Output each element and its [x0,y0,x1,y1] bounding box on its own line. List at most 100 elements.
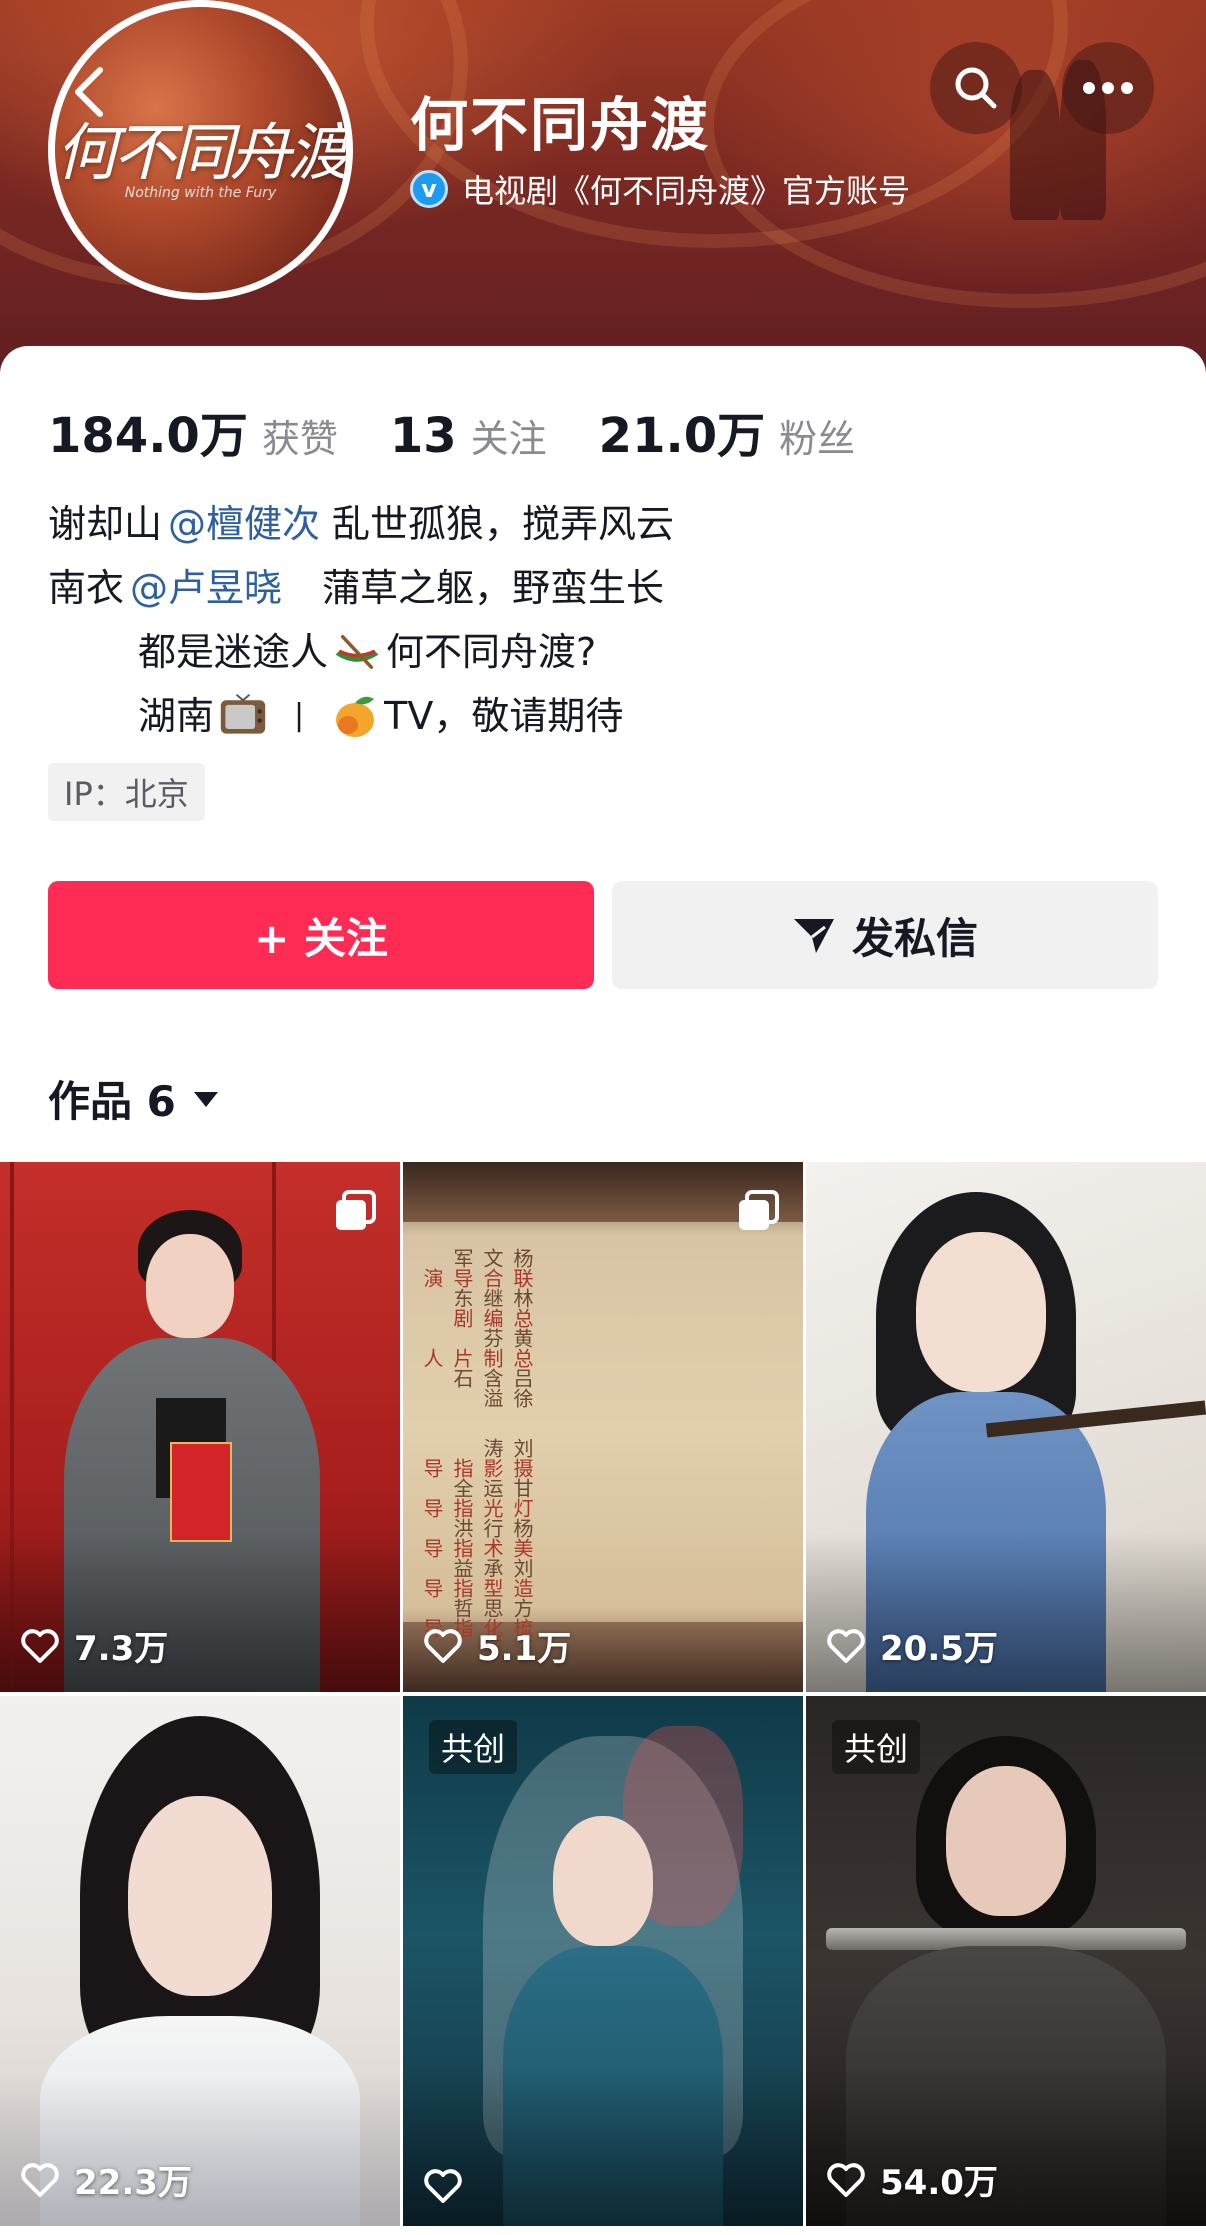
credit-text: 甘运全 [450,1478,534,1498]
bio-text: 谢却山 [48,502,163,546]
heart-icon [424,1628,462,1663]
profile-name: 何不同舟渡 [410,91,711,159]
credit-text: 方思哲 [450,1598,534,1618]
bio: 谢却山 @檀健次 乱世孤狼，搅弄风云 南衣 @卢昱晓 蒲草之躯，野蛮生长 都是迷… [48,492,674,748]
video-tile[interactable]: 共创 54.0万 [806,1696,1206,2226]
caret-down-icon [193,1091,218,1107]
person-face [946,1766,1066,1916]
verified-icon: v [410,170,448,208]
co-create-badge: 共创 [832,1720,921,1774]
video-tile[interactable]: 22.3万 [0,1696,400,2226]
credit-text: 造型指导 [420,1578,534,1598]
credit-text: 联合导演 [420,1268,534,1288]
co-create-badge: 共创 [429,1720,518,1774]
person-face [146,1234,234,1338]
heart-icon [424,2169,462,2203]
like-count-text: 22.3万 [74,2163,192,2203]
follow-button[interactable]: + 关注 [48,881,594,989]
bio-text: 都是迷途人 [138,630,329,674]
stat-label: 关注 [470,417,547,461]
like-count-text: 20.5万 [880,1629,998,1669]
credit-text: 徐溢 [480,1388,534,1408]
stats-row: 184.0万 获赞 13 关注 21.0万 粉丝 [48,396,907,466]
credit-text: 刘涛 [480,1438,534,1458]
search-icon [955,67,997,109]
credits-row: 杨文军 联合导演 林继东 总编剧 黄芬 总制片人 吕含石 徐溢 [417,1248,537,1408]
mention-link[interactable]: @卢昱晓 [130,556,282,620]
heart-icon [827,2162,865,2197]
video-tile[interactable]: 共创 [403,1696,803,2226]
credit-text: 灯光指导 [420,1498,534,1518]
bio-text: TV，敬请期待 [384,694,624,738]
multi-image-icon [735,1188,781,1238]
message-button[interactable]: 发私信 [612,881,1158,989]
like-count: 5.1万 [423,1621,571,1670]
stat-label: 获赞 [261,417,338,461]
red-envelope [170,1442,232,1542]
profile-card: 184.0万 获赞 13 关注 21.0万 粉丝 谢却山 @檀健次 乱世孤狼，搅… [0,346,1206,2235]
bio-line: 谢却山 @檀健次 乱世孤狼，搅弄风云 [48,492,674,556]
like-count: 7.3万 [20,1621,168,1670]
video-grid: 7.3万 杨文军 联合导演 林继东 总编剧 黄芬 总制片人 吕含石 徐溢 刘涛 [0,1162,1206,2226]
more-button[interactable] [1062,42,1154,134]
person-face [916,1232,1046,1392]
multi-image-icon [332,1188,378,1238]
bio-text: 何不同舟渡? [386,630,597,674]
ip-location-tag: IP：北京 [48,763,205,821]
verification-text: 电视剧《何不同舟渡》官方账号 [462,172,911,210]
credit-text: 刘承益 [450,1558,534,1578]
video-tile[interactable]: 7.3万 [0,1162,400,1692]
chevron-left-icon [75,67,103,117]
credit-text: 摄影指导 [420,1458,534,1478]
bio-separator: | [294,698,305,733]
back-button[interactable] [62,62,122,122]
video-tile[interactable]: 杨文军 联合导演 林继东 总编剧 黄芬 总制片人 吕含石 徐溢 刘涛 摄影指导 … [403,1162,803,1692]
credit-text: 总制片人 [420,1348,534,1368]
works-tab[interactable]: 作品 6 [48,1068,220,1129]
heart-icon [827,1628,865,1663]
mention-link[interactable]: @檀健次 [168,492,320,556]
avatar[interactable]: 何不同舟渡 Nothing with the Fury [48,0,353,300]
like-count [423,2168,477,2204]
bio-line: 湖南 | TV，敬请期待 [48,684,674,748]
send-icon [793,919,834,953]
stat-following[interactable]: 13 关注 [390,408,547,464]
credit-text: 杨文军 [450,1248,534,1268]
like-count-text: 54.0万 [880,2163,998,2203]
television-emoji-icon [220,694,266,734]
heart-icon [21,1628,59,1663]
bio-text: 蒲草之躯，野蛮生长 [322,566,665,610]
credits-block: 杨文军 联合导演 林继东 总编剧 黄芬 总制片人 吕含石 徐溢 刘涛 摄影指导 … [417,1248,789,1658]
bio-text: 乱世孤狼，搅弄风云 [332,502,675,546]
person-face [128,1796,272,1996]
mango-emoji-icon [336,696,375,737]
credit-text: 杨行洪 [450,1518,534,1538]
like-count-text: 7.3万 [74,1629,169,1669]
credit-text: 吕含石 [450,1368,534,1388]
stat-followers[interactable]: 21.0万 粉丝 [599,396,855,466]
credits-row: 刘涛 摄影指导 甘运全 灯光指导 杨行洪 美术指导 刘承益 造型指导 方思哲 梳… [417,1438,537,1658]
verification-row: v 电视剧《何不同舟渡》官方账号 [410,166,910,212]
credit-text: 总编剧 [450,1308,534,1328]
canoe-emoji-icon [335,635,379,669]
person-face [553,1816,653,1946]
avatar-logo-subtitle: Nothing with the Fury [124,185,277,201]
stat-number: 184.0万 [48,408,248,464]
heart-icon [21,2162,59,2197]
banner-swirl [700,0,1206,308]
bio-line: 都是迷途人 何不同舟渡? [48,620,674,684]
works-label: 作品 6 [48,1077,176,1126]
bio-line: 南衣 @卢昱晓 蒲草之躯，野蛮生长 [48,556,674,620]
credit-text: 黄芬 [480,1328,534,1348]
more-dots-icon [1083,82,1133,94]
credit-text: 美术指导 [420,1538,534,1558]
message-button-label: 发私信 [851,913,978,963]
stat-likes[interactable]: 184.0万 获赞 [48,396,338,466]
like-count: 22.3万 [20,2155,192,2204]
like-count: 54.0万 [826,2155,998,2204]
video-tile[interactable]: 20.5万 [806,1162,1206,1692]
stat-number: 21.0万 [598,408,766,464]
search-button[interactable] [930,42,1022,134]
stat-label: 粉丝 [779,417,856,461]
like-count-text: 5.1万 [477,1629,572,1669]
